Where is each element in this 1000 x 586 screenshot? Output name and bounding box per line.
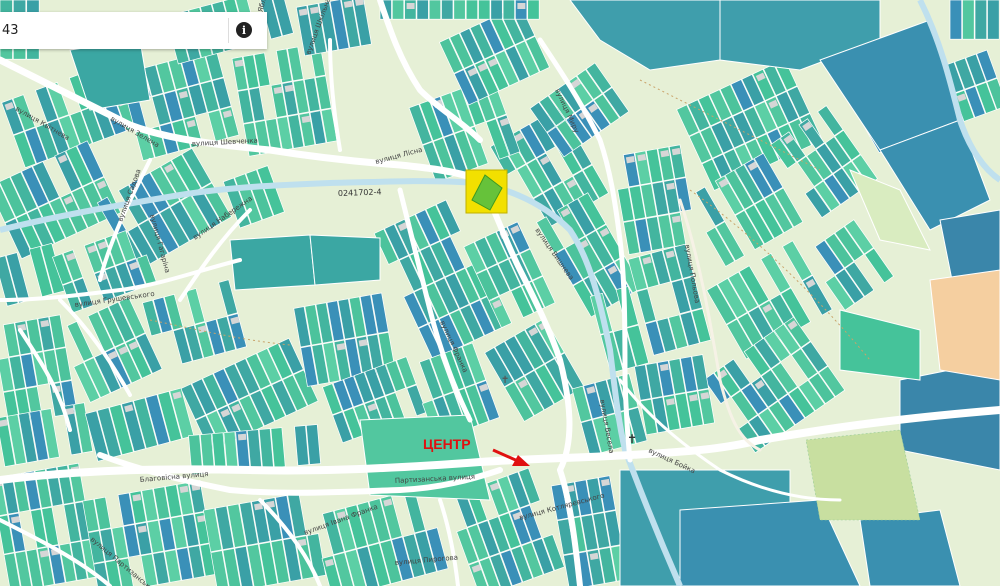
parcel[interactable] — [441, 0, 454, 20]
parcel[interactable] — [490, 0, 503, 20]
parcel[interactable] — [502, 0, 515, 20]
building — [517, 3, 526, 9]
parcel[interactable] — [515, 0, 528, 20]
parcel[interactable] — [404, 0, 417, 20]
building — [406, 3, 415, 9]
parcel[interactable] — [527, 0, 540, 20]
search-input[interactable] — [0, 15, 222, 46]
parcel[interactable] — [949, 0, 963, 40]
search-box[interactable]: i — [0, 12, 267, 49]
parcel[interactable] — [974, 0, 988, 40]
center-annotation: ЦЕНТР — [423, 436, 471, 452]
search-divider — [228, 18, 229, 43]
parcel[interactable] — [987, 0, 1000, 40]
parcel[interactable] — [465, 0, 479, 20]
svg-text:✝: ✝ — [501, 375, 509, 386]
info-icon[interactable]: i — [236, 22, 252, 38]
parcel[interactable] — [453, 0, 466, 20]
parcel[interactable] — [416, 0, 429, 20]
parcel[interactable] — [391, 0, 405, 20]
church-icon: ✝ — [627, 432, 637, 446]
cadastral-map[interactable]: ✝ ✝ вулиця Шевченкавулиця Набережнавулиц… — [0, 0, 1000, 586]
selected-parcel[interactable] — [465, 169, 508, 214]
parcel-code-label: 0241702-4 — [338, 187, 382, 198]
parcel[interactable] — [478, 0, 491, 20]
church-icon-2: ✝ — [501, 375, 509, 386]
svg-text:✝: ✝ — [627, 432, 637, 446]
parcel[interactable] — [962, 0, 975, 40]
parcel[interactable] — [428, 0, 442, 20]
building — [237, 433, 247, 441]
